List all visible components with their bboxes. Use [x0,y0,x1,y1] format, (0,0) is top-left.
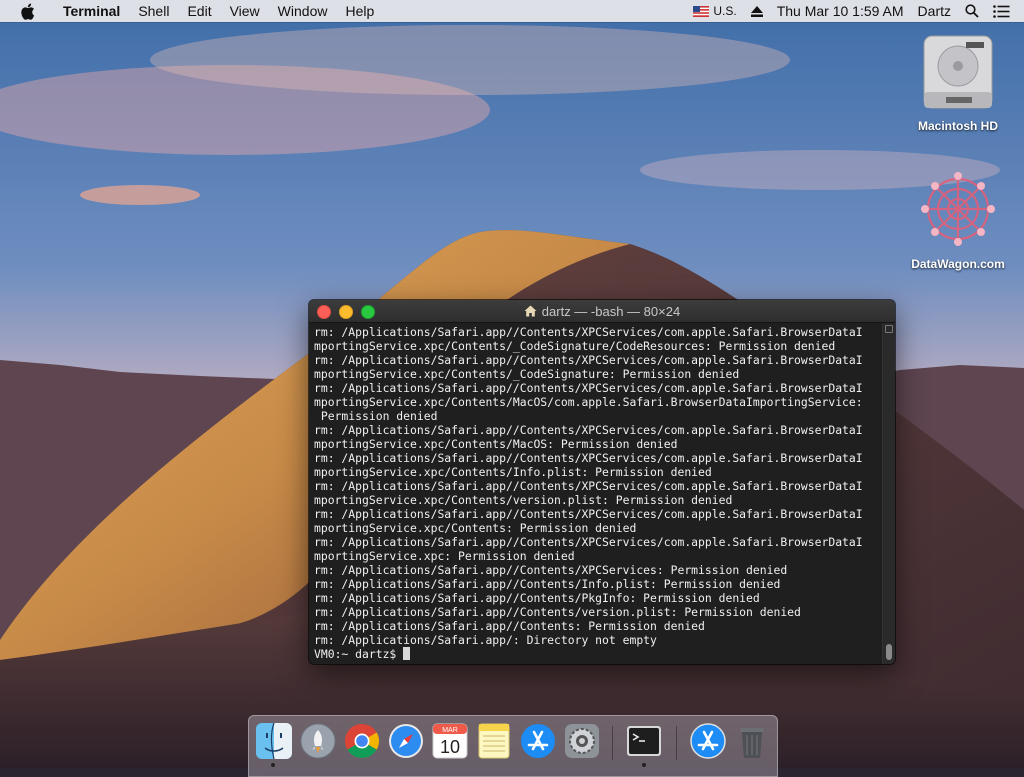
spotlight-search-icon[interactable] [965,4,979,18]
apple-menu-icon[interactable] [20,3,40,20]
terminal-line: mportingService.xpc/Contents/version.pli… [314,493,733,507]
scrollbar-thumb[interactable] [886,644,892,660]
terminal-line: rm: /Applications/Safari.app//Contents/I… [314,577,781,591]
terminal-line: rm: /Applications/Safari.app//Contents/X… [314,381,863,395]
input-source-menu[interactable]: U.S. [693,4,737,18]
dock-trash[interactable] [733,722,771,760]
datawagon-logo-icon [921,172,995,246]
terminal-line: mportingService.xpc/Contents/MacOS/com.a… [314,395,863,409]
app-store-icon [521,724,555,758]
terminal-line: rm: /Applications/Safari.app//Contents/X… [314,325,863,339]
finder-icon [256,722,292,760]
terminal-line: rm: /Applications/Safari.app//Contents/X… [314,423,863,437]
desktop-icon-datawagon[interactable]: DataWagon.com [903,168,1013,271]
menu-window[interactable]: Window [269,0,337,22]
us-flag-icon [693,5,710,17]
menu-edit[interactable]: Edit [178,0,220,22]
close-button[interactable] [317,305,331,319]
dock-downloads[interactable] [689,722,727,760]
dock-separator [612,726,613,760]
terminal-line: rm: /Applications/Safari.app//Contents/X… [314,563,788,577]
menu-view[interactable]: View [221,0,269,22]
terminal-line: Permission denied [314,409,438,423]
terminal-line: mportingService.xpc/Contents/MacOS: Perm… [314,437,678,451]
dock-app-store[interactable] [519,722,557,760]
terminal-titlebar[interactable]: dartz — -bash — 80×24 [309,300,895,323]
safari-icon [389,724,423,758]
terminal-window[interactable]: dartz — -bash — 80×24 rm: /Applications/… [309,300,895,664]
desktop-icon-macintosh-hd[interactable]: Macintosh HD [903,32,1013,133]
trash-icon [740,728,764,758]
terminal-line: mportingService.xpc/Contents/Info.plist:… [314,465,712,479]
hard-drive-icon [923,35,993,109]
dock-calendar[interactable]: MAR 10 [431,722,469,760]
dock-chrome[interactable] [343,722,381,760]
launchpad-icon [300,723,336,759]
terminal-line: mportingService.xpc/Contents: Permission… [314,521,637,535]
dock-finder[interactable] [255,722,293,760]
terminal-output[interactable]: rm: /Applications/Safari.app//Contents/X… [309,323,883,664]
terminal-prompt: VM0:~ dartz$ [314,647,404,661]
terminal-line: rm: /Applications/Safari.app//Contents/P… [314,591,760,605]
desktop-icon-label: Macintosh HD [917,119,998,133]
minimize-button[interactable] [339,305,353,319]
dock-safari[interactable] [387,722,425,760]
zoom-button[interactable] [361,305,375,319]
menu-clock[interactable]: Thu Mar 10 1:59 AM [777,3,904,19]
calendar-month: MAR [442,727,458,734]
dock-launchpad[interactable] [299,722,337,760]
system-preferences-icon [565,724,599,758]
terminal-line: rm: /Applications/Safari.app//Contents/X… [314,535,863,549]
dock-separator [676,726,677,760]
home-folder-icon [524,305,537,317]
scrollbar-top-control[interactable] [885,325,893,333]
terminal-line: rm: /Applications/Safari.app//Contents/X… [314,451,863,465]
dock-system-preferences[interactable] [563,722,601,760]
terminal-line: rm: /Applications/Safari.app//Contents/X… [314,353,863,367]
menu-user[interactable]: Dartz [918,3,951,19]
menu-app-name[interactable]: Terminal [54,0,129,22]
terminal-line: rm: /Applications/Safari.app//Contents: … [314,619,705,633]
terminal-line: rm: /Applications/Safari.app//Contents/v… [314,605,801,619]
calendar-icon: MAR 10 [432,723,468,759]
menu-help[interactable]: Help [336,0,383,22]
terminal-scrollbar[interactable] [882,323,895,664]
terminal-line: rm: /Applications/Safari.app//Contents/X… [314,479,863,493]
input-source-label: U.S. [713,4,737,18]
notes-icon [478,723,510,759]
terminal-cursor [403,647,411,660]
terminal-line: mportingService.xpc: Permission denied [314,549,575,563]
downloads-stack-icon [690,723,726,759]
running-indicator [271,763,275,767]
notification-center-icon[interactable] [993,4,1010,18]
chrome-icon [345,724,379,758]
terminal-icon [627,726,661,756]
dock-terminal[interactable] [625,722,663,760]
terminal-line: mportingService.xpc/Contents/_CodeSignat… [314,367,740,381]
menu-bar: Terminal Shell Edit View Window Help U.S… [0,0,1024,22]
menu-shell[interactable]: Shell [129,0,178,22]
terminal-line: rm: /Applications/Safari.app//Contents/X… [314,507,863,521]
dock-notes[interactable] [475,722,513,760]
terminal-line: rm: /Applications/Safari.app/: Directory… [314,633,657,647]
running-indicator [642,763,646,767]
terminal-title: dartz — -bash — 80×24 [541,303,681,319]
eject-icon[interactable] [750,5,763,17]
terminal-line: mportingService.xpc/Contents/_CodeSignat… [314,339,836,353]
desktop-icon-label: DataWagon.com [911,257,1005,271]
calendar-day: 10 [440,737,460,757]
